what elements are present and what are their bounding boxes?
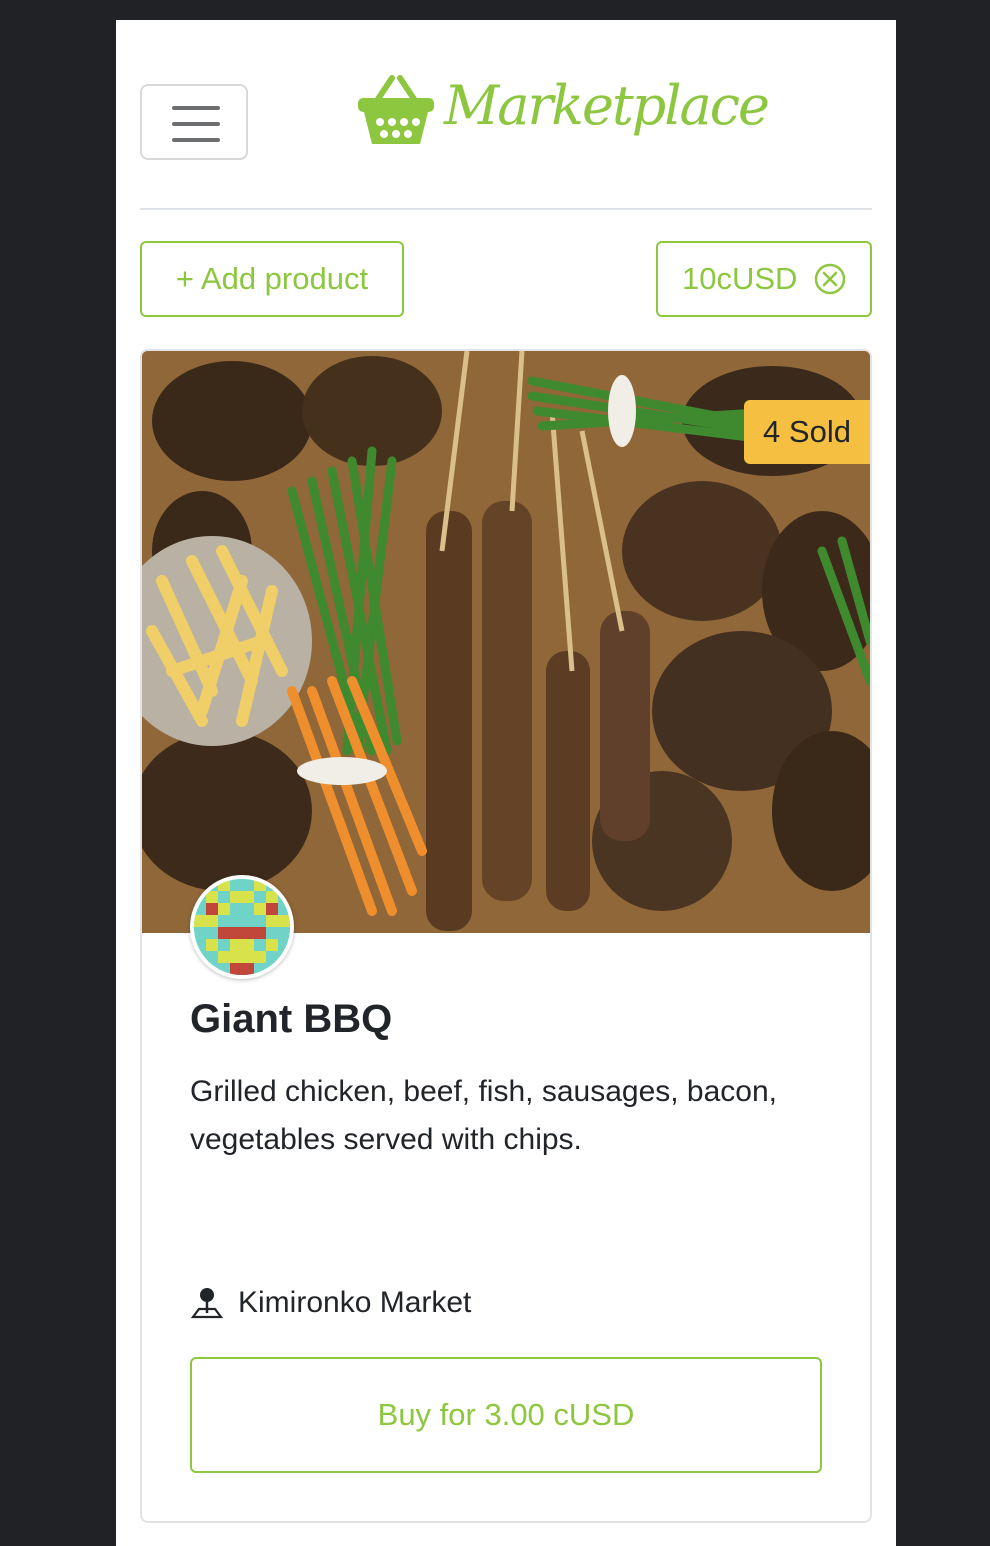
add-product-button[interactable]: + Add product bbox=[140, 241, 404, 317]
buy-button[interactable]: Buy for 3.00 cUSD bbox=[190, 1357, 822, 1473]
close-circle-icon bbox=[815, 263, 846, 295]
location-text: Kimironko Market bbox=[238, 1286, 472, 1319]
product-image: 4 Sold bbox=[142, 351, 870, 933]
menu-toggle-button[interactable] bbox=[140, 84, 248, 160]
balance-button[interactable]: 10cUSD bbox=[656, 241, 872, 317]
product-location: Kimironko Market bbox=[190, 1283, 471, 1323]
map-pin-icon bbox=[190, 1288, 224, 1319]
balance-amount: 10cUSD bbox=[682, 261, 798, 296]
sold-count-badge: 4 Sold bbox=[744, 400, 870, 464]
product-card: 4 Sold Giant BBQ Grilled chicken, beef, … bbox=[140, 349, 872, 1523]
navbar: Marketplace bbox=[140, 20, 872, 210]
logo[interactable]: Marketplace bbox=[356, 70, 770, 180]
page: Marketplace + Add product 10cUSD 4 Sold … bbox=[116, 20, 896, 1546]
product-description: Grilled chicken, beef, fish, sausages, b… bbox=[190, 1075, 777, 1156]
seller-avatar[interactable] bbox=[190, 875, 294, 979]
product-name: Giant BBQ bbox=[190, 997, 393, 1041]
basket-icon bbox=[358, 75, 434, 144]
logo-text: Marketplace bbox=[444, 74, 770, 137]
